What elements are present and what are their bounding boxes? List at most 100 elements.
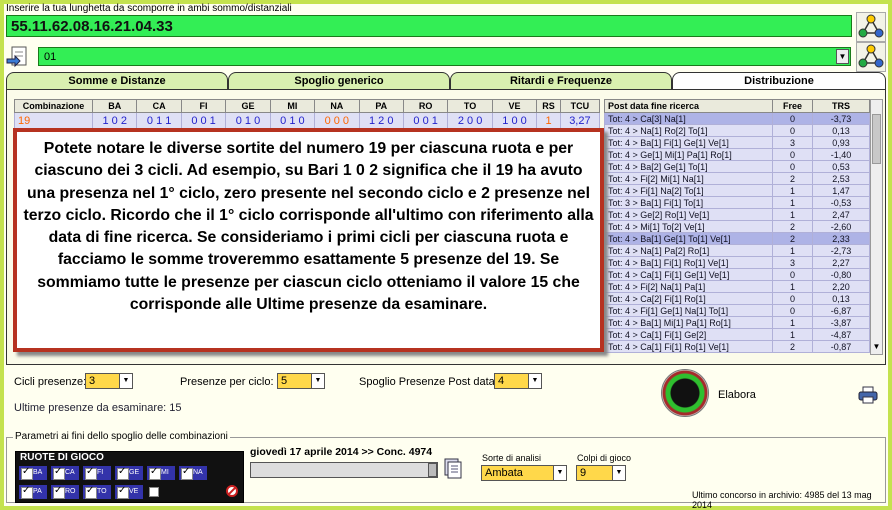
cell-free: 0	[772, 160, 813, 173]
sorte-select[interactable]: Ambata ▼	[481, 465, 567, 481]
header-tcu: TCU	[559, 99, 601, 113]
post-data-table: Post data fine ricerca Free TRS Tot: 4 >…	[604, 99, 870, 353]
colpi-select[interactable]: 9 ▼	[576, 465, 626, 481]
cell-trs: -2,73	[812, 244, 870, 257]
checkbox-na[interactable]: NA	[179, 465, 207, 480]
tab-spoglio-generico[interactable]: Spoglio generico	[228, 72, 450, 90]
table-row[interactable]: Tot: 4 > Ba[2] Ge[1] To[1] 0 0,53	[604, 160, 870, 173]
cell-trs: -4,87	[812, 328, 870, 341]
table-row[interactable]: Tot: 4 > Ca[1] Fi[1] Ge[1] Ve[1] 0 -0,80	[604, 268, 870, 281]
checkbox-ba[interactable]: BA	[19, 465, 47, 480]
table-row[interactable]: Tot: 4 > Ca[1] Fi[1] Ro[1] Ve[1] 2 -0,87	[604, 340, 870, 353]
cell-free: 1	[772, 328, 813, 341]
cell-free: 0	[772, 268, 813, 281]
table-row[interactable]: Tot: 4 > Fi[2] Mi[1] Na[1] 2 2,53	[604, 172, 870, 185]
estratto-select[interactable]: 01	[38, 47, 851, 66]
cell-post: Tot: 4 > Ge[1] Mi[1] Pa[1] Ro[1]	[604, 148, 773, 161]
tab-somme-distanze[interactable]: Somme e Distanze	[6, 72, 228, 90]
cell-free: 3	[772, 136, 813, 149]
cell-trs: 2,20	[812, 280, 870, 293]
checkbox-mi[interactable]: MI	[147, 465, 175, 480]
cell-post: Tot: 4 > Ca[1] Fi[1] Ge[1] Ve[1]	[604, 268, 773, 281]
network-icon[interactable]	[856, 12, 886, 42]
spoglio-select[interactable]: 4 ▼	[494, 373, 542, 389]
cell-free: 2	[772, 172, 813, 185]
header-pa: PA	[358, 99, 404, 113]
table-row[interactable]: Tot: 4 > Ba[1] Fi[1] Ge[1] Ve[1] 3 0,93	[604, 136, 870, 149]
table-row[interactable]: 19 1 0 2 0 1 1 0 0 1 0 1 0 0 1 0 0 0 0 1…	[14, 112, 601, 129]
checkbox-ve[interactable]: VE	[115, 484, 143, 499]
archive-icon[interactable]	[443, 457, 463, 479]
table-row[interactable]: Tot: 4 > Mi[1] To[2] Ve[1] 2 -2,60	[604, 220, 870, 233]
cell-post: Tot: 4 > Na[1] Ro[2] To[1]	[604, 124, 773, 137]
cell-tcu: 3,27	[559, 112, 601, 129]
cell-free: 1	[772, 184, 813, 197]
checkbox-extra[interactable]	[149, 487, 159, 497]
table-row[interactable]: Tot: 4 > Fi[1] Ge[1] Na[1] To[1] 0 -6,87	[604, 304, 870, 317]
cell-trs: -6,87	[812, 304, 870, 317]
table-row[interactable]: Tot: 4 > Ca[3] Na[1] 0 -3,73	[604, 112, 870, 125]
table-row[interactable]: Tot: 4 > Ba[1] Ge[1] To[1] Ve[1] 2 2,33	[604, 232, 870, 245]
spoglio-label: Spoglio Presenze Post data:	[359, 376, 498, 388]
cell-ro: 0 0 1	[402, 112, 449, 129]
cicli-select[interactable]: 3 ▼	[85, 373, 133, 389]
header-mi: MI	[269, 99, 316, 113]
table-row[interactable]: Tot: 4 > Na[1] Pa[2] Ro[1] 1 -2,73	[604, 244, 870, 257]
cell-post: Tot: 4 > Ca[1] Fi[1] Ro[1] Ve[1]	[604, 340, 773, 353]
chevron-down-icon[interactable]: ▼	[836, 49, 849, 64]
cell-free: 0	[772, 292, 813, 305]
cell-post: Tot: 3 > Ba[1] Fi[1] To[1]	[604, 196, 773, 209]
checkbox-ge[interactable]: GE	[115, 465, 143, 480]
table-row[interactable]: Tot: 4 > Ge[2] Ro[1] Ve[1] 1 2,47	[604, 208, 870, 221]
cell-post: Tot: 4 > Fi[2] Na[1] Pa[1]	[604, 280, 773, 293]
cell-trs: 0,93	[812, 136, 870, 149]
scroll-thumb[interactable]	[872, 114, 881, 164]
slider-thumb[interactable]	[428, 463, 437, 477]
cell-free: 1	[772, 196, 813, 209]
checkbox-fi[interactable]: FI	[83, 465, 111, 480]
checkbox-ca[interactable]: CA	[51, 465, 79, 480]
table-row[interactable]: Tot: 3 > Ba[1] Fi[1] To[1] 1 -0,53	[604, 196, 870, 209]
network-icon-2[interactable]	[856, 42, 886, 72]
table-row[interactable]: Tot: 4 > Na[1] Ro[2] To[1] 0 0,13	[604, 124, 870, 137]
printer-icon[interactable]	[858, 386, 878, 404]
cell-trs: 1,47	[812, 184, 870, 197]
header-free: Free	[772, 99, 813, 113]
cell-free: 2	[772, 340, 813, 353]
table-row[interactable]: Tot: 4 > Fi[2] Na[1] Pa[1] 1 2,20	[604, 280, 870, 293]
scroll-down-icon[interactable]: ▼	[870, 342, 883, 354]
presenze-select[interactable]: 5 ▼	[277, 373, 325, 389]
chevron-down-icon: ▼	[119, 374, 132, 388]
checkbox-ro[interactable]: RO	[51, 484, 79, 499]
sorte-label: Sorte di analisi	[482, 453, 542, 463]
table-row[interactable]: Tot: 4 > Ba[1] Mi[1] Pa[1] Ro[1] 1 -3,87	[604, 316, 870, 329]
elabora-button[interactable]	[661, 369, 709, 417]
lunghetta-input[interactable]: 55.11.62.08.16.21.04.33	[6, 15, 852, 37]
table-row[interactable]: Tot: 4 > Ge[1] Mi[1] Pa[1] Ro[1] 0 -1,40	[604, 148, 870, 161]
cell-free: 2	[772, 232, 813, 245]
clear-icon[interactable]	[226, 485, 238, 497]
cell-free: 2	[772, 220, 813, 233]
header-to: TO	[447, 99, 493, 113]
cell-post: Tot: 4 > Ca[1] Fi[1] Ge[2]	[604, 328, 773, 341]
import-icon[interactable]	[6, 45, 34, 69]
cell-post: Tot: 4 > Fi[1] Na[2] To[1]	[604, 184, 773, 197]
table-row[interactable]: Tot: 4 > Fi[1] Na[2] To[1] 1 1,47	[604, 184, 870, 197]
header-ba: BA	[91, 99, 138, 113]
checkbox-pa[interactable]: PA	[19, 484, 47, 499]
cell-post: Tot: 4 > Ge[2] Ro[1] Ve[1]	[604, 208, 773, 221]
tab-distribuzione[interactable]: Distribuzione	[672, 72, 886, 90]
date-slider[interactable]	[250, 462, 438, 478]
checkbox-to[interactable]: TO	[83, 484, 111, 499]
table-row[interactable]: Tot: 4 > Ca[1] Fi[1] Ge[2] 1 -4,87	[604, 328, 870, 341]
cell-post: Tot: 4 > Ba[1] Ge[1] To[1] Ve[1]	[604, 232, 773, 245]
header-trs: TRS	[812, 99, 870, 113]
table-row[interactable]: Tot: 4 > Ca[2] Fi[1] Ro[1] 0 0,13	[604, 292, 870, 305]
vertical-scrollbar[interactable]	[870, 99, 883, 355]
ultimo-concorso: Ultimo concorso in archivio: 4985 del 13…	[692, 490, 872, 510]
tab-ritardi-frequenze[interactable]: Ritardi e Frequenze	[450, 72, 672, 90]
table-row[interactable]: Tot: 4 > Ba[1] Fi[1] Ro[1] Ve[1] 3 2,27	[604, 256, 870, 269]
header-na: NA	[314, 99, 360, 113]
cell-trs: -0,53	[812, 196, 870, 209]
cell-post: Tot: 4 > Ba[1] Fi[1] Ro[1] Ve[1]	[604, 256, 773, 269]
